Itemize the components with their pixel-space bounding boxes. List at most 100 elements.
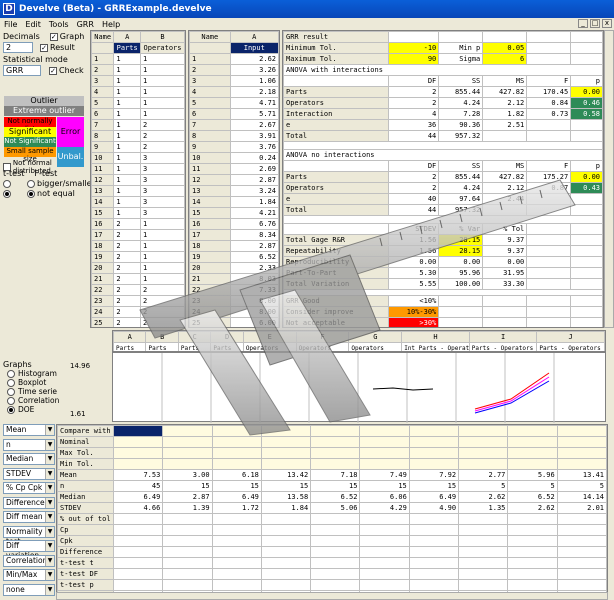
stats-cell[interactable] bbox=[211, 568, 262, 580]
stats-row[interactable]: t-test DF bbox=[57, 568, 607, 580]
graph-option[interactable]: Time serie bbox=[7, 387, 93, 396]
col-header-b[interactable]: B bbox=[140, 31, 185, 43]
row-number[interactable]: 17 bbox=[189, 229, 231, 241]
stats-cell[interactable] bbox=[112, 524, 164, 536]
stats-cell[interactable]: 2.62 bbox=[458, 491, 509, 503]
table-row[interactable]: 611 bbox=[91, 108, 185, 120]
cell-parts[interactable]: 1 bbox=[113, 174, 142, 186]
chevron-down-icon[interactable]: ▼ bbox=[45, 497, 54, 508]
stats-cell[interactable] bbox=[310, 513, 361, 525]
maximize-icon[interactable]: □ bbox=[590, 19, 600, 28]
stats-cell[interactable] bbox=[556, 447, 607, 459]
stats-cell[interactable]: 2.87 bbox=[162, 491, 213, 503]
cell-parts[interactable]: 2 bbox=[113, 229, 142, 241]
stats-cell[interactable] bbox=[211, 447, 262, 459]
stats-row[interactable]: Max Tol. bbox=[57, 447, 607, 459]
cell-operators[interactable]: 1 bbox=[140, 53, 185, 65]
chevron-down-icon[interactable]: ▼ bbox=[45, 425, 54, 435]
cell-operators[interactable]: 1 bbox=[140, 108, 185, 120]
stats-cell[interactable] bbox=[112, 513, 164, 525]
cell-parts[interactable]: 1 bbox=[113, 108, 142, 120]
menu-grr[interactable]: GRR bbox=[73, 20, 98, 29]
cell-parts[interactable]: 1 bbox=[113, 64, 142, 76]
stats-cell[interactable] bbox=[556, 436, 607, 448]
stats-cell[interactable] bbox=[507, 568, 558, 580]
row-number[interactable]: 8 bbox=[189, 130, 231, 142]
row-number[interactable]: 2 bbox=[91, 64, 115, 76]
cell-parts[interactable]: 2 bbox=[113, 317, 142, 327]
graph-col-letter[interactable]: J bbox=[536, 331, 605, 343]
stats-cell[interactable] bbox=[359, 436, 410, 448]
graph-col-letter[interactable]: A bbox=[113, 331, 147, 343]
stats-cell[interactable]: 4.66 bbox=[112, 502, 164, 514]
graph-col-letter[interactable]: E bbox=[242, 331, 297, 343]
row-number[interactable]: 22 bbox=[189, 284, 231, 296]
stats-cell[interactable] bbox=[507, 579, 558, 591]
graph-option[interactable]: Boxplot bbox=[7, 378, 93, 387]
cell-parts[interactable]: 1 bbox=[113, 152, 142, 164]
table-row[interactable]: 4 2.18 bbox=[189, 86, 279, 98]
chevron-down-icon[interactable]: ▼ bbox=[45, 512, 54, 522]
input-grid[interactable]: Name A Input 1 2.62 2 3.26 3 1.06 4 2.18 5 4.71 6 5… bbox=[188, 30, 280, 328]
cell-operators[interactable]: 3 bbox=[140, 185, 185, 197]
stats-cell[interactable]: 15 bbox=[359, 480, 410, 492]
row-number[interactable]: 7 bbox=[189, 119, 231, 131]
cell-input[interactable]: 2.69 bbox=[229, 163, 279, 175]
cell-operators[interactable]: 1 bbox=[140, 75, 185, 87]
stats-cell[interactable] bbox=[211, 579, 262, 591]
stats-cell[interactable]: 13.41 bbox=[556, 469, 607, 481]
table-row[interactable]: 13 1 3 bbox=[91, 185, 185, 197]
row-number[interactable]: 4 bbox=[189, 86, 231, 98]
row-number[interactable]: 25 bbox=[189, 317, 231, 327]
stats-cell[interactable] bbox=[408, 436, 460, 448]
table-row[interactable]: 812 bbox=[91, 130, 185, 142]
cell-input[interactable]: 3.24 bbox=[229, 185, 279, 197]
cell-input[interactable]: 2.67 bbox=[229, 119, 279, 131]
cell-input[interactable]: 8.03 bbox=[229, 273, 279, 285]
table-row[interactable]: 111 bbox=[91, 53, 185, 65]
stats-cell[interactable] bbox=[112, 557, 164, 569]
stats-cell[interactable] bbox=[260, 447, 312, 459]
cell-operators[interactable]: 2 bbox=[140, 130, 185, 142]
table-row[interactable]: 17 8.34 bbox=[189, 229, 279, 241]
cell-parts[interactable]: 1 bbox=[113, 196, 142, 208]
table-row[interactable]: 6 5.71 bbox=[189, 108, 279, 120]
stats-cell[interactable] bbox=[162, 535, 213, 547]
stats-cell[interactable] bbox=[458, 535, 509, 547]
stats-row[interactable]: Compare with bbox=[57, 425, 607, 437]
cell-parts[interactable]: 1 bbox=[113, 207, 142, 219]
stats-cell[interactable]: 6.49 bbox=[408, 491, 460, 503]
stats-cell[interactable] bbox=[507, 436, 558, 448]
stat-select[interactable]: n ▼ bbox=[3, 438, 55, 451]
stats-cell[interactable]: 15 bbox=[211, 480, 262, 492]
col-label-input[interactable]: Input bbox=[229, 42, 279, 54]
cell-operators[interactable]: 1 bbox=[140, 229, 185, 241]
menu-edit[interactable]: Edit bbox=[21, 20, 45, 29]
col-header-name[interactable]: Name bbox=[91, 31, 115, 43]
stat-select[interactable]: Median ▼ bbox=[3, 453, 55, 465]
stats-cell[interactable] bbox=[556, 568, 607, 580]
stats-cell[interactable] bbox=[408, 546, 460, 558]
stats-cell[interactable] bbox=[310, 524, 361, 536]
ttest-radio[interactable] bbox=[3, 179, 11, 188]
stats-cell[interactable] bbox=[310, 568, 361, 580]
cell-operators[interactable]: 1 bbox=[140, 86, 185, 98]
stats-cell[interactable] bbox=[310, 535, 361, 547]
stats-cell[interactable] bbox=[458, 579, 509, 591]
close-icon[interactable]: x bbox=[602, 19, 612, 28]
row-number[interactable]: 19 bbox=[189, 251, 231, 263]
row-number[interactable]: 21 bbox=[189, 273, 231, 285]
stats-cell[interactable] bbox=[359, 524, 410, 536]
graph-option-radio[interactable] bbox=[7, 405, 15, 414]
stats-cell[interactable]: 5 bbox=[556, 480, 607, 492]
table-row[interactable]: 17 2 1 bbox=[91, 229, 185, 241]
cell-input[interactable]: 6.76 bbox=[229, 218, 279, 230]
menu-tools[interactable]: Tools bbox=[45, 20, 73, 29]
stat-select[interactable]: Diff variation▼ bbox=[3, 540, 55, 560]
stats-cell[interactable] bbox=[310, 447, 361, 459]
stats-cell[interactable] bbox=[162, 458, 213, 470]
stats-cell[interactable] bbox=[408, 425, 460, 437]
stats-cell[interactable] bbox=[359, 568, 410, 580]
stats-grid[interactable]: Compare with Nominal Max Tol. Min Tol. Mean 7… bbox=[56, 424, 608, 594]
cell-operators[interactable]: 1 bbox=[140, 262, 185, 274]
